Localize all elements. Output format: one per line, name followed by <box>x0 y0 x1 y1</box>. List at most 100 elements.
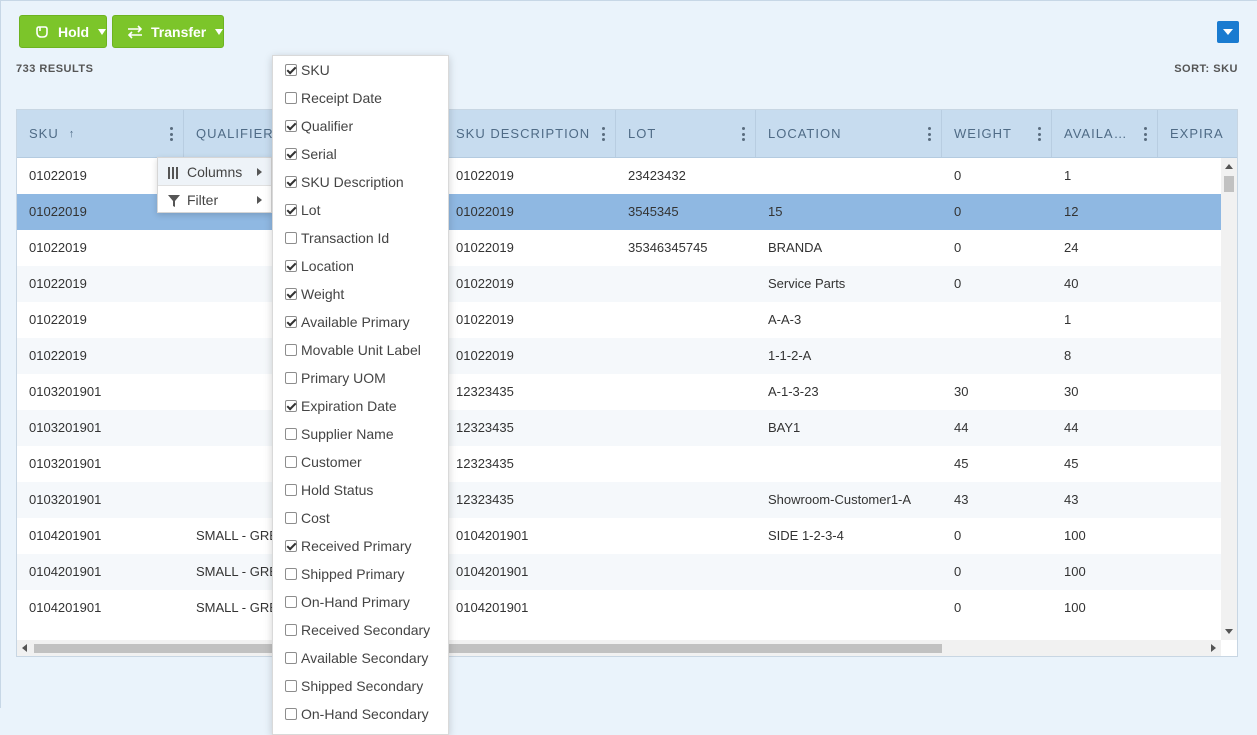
column-toggle-item[interactable]: Serial <box>285 144 337 164</box>
menu-item-filter[interactable]: Filter <box>158 186 271 214</box>
column-header-lot[interactable]: LOT <box>616 110 756 157</box>
column-toggle-checkbox[interactable] <box>285 652 297 664</box>
column-toggle-checkbox[interactable] <box>285 260 297 272</box>
column-toggle-checkbox[interactable] <box>285 204 297 216</box>
table-cell <box>616 338 756 374</box>
column-toggle-checkbox[interactable] <box>285 708 297 720</box>
column-toggle-item[interactable]: Hold Status <box>285 480 373 500</box>
column-toggle-item[interactable]: Qualifier <box>285 116 353 136</box>
column-toggle-label: Receipt Date <box>301 90 382 106</box>
column-toggle-item[interactable]: SKU Description <box>285 172 404 192</box>
column-toggle-item[interactable]: Available Secondary <box>285 648 428 668</box>
table-row[interactable]: 01022019 01022019 1-1-2-A 8 <box>17 338 1221 374</box>
table-row[interactable]: 01022019 01022019 Service Parts 0 40 <box>17 266 1221 302</box>
column-menu-icon[interactable] <box>927 127 931 141</box>
table-cell: 44 <box>1064 420 1079 435</box>
table-row[interactable]: 0104201901 SMALL - GRE 0104201901 SIDE 1-2-… <box>17 518 1221 554</box>
column-toggle-checkbox[interactable] <box>285 680 297 692</box>
column-header-sku[interactable]: SKU ↑ <box>17 110 184 157</box>
column-toggle-checkbox[interactable] <box>285 288 297 300</box>
transfer-icon <box>127 24 143 40</box>
column-header-location[interactable]: LOCATION <box>756 110 942 157</box>
column-toggle-item[interactable]: Location <box>285 256 354 276</box>
column-menu-icon[interactable] <box>169 127 173 141</box>
column-toggle-item[interactable]: Weight <box>285 284 344 304</box>
column-toggle-item[interactable]: Primary UOM <box>285 368 386 388</box>
table-cell: 01022019 <box>29 240 87 255</box>
column-toggle-checkbox[interactable] <box>285 344 297 356</box>
table-cell: 30 <box>1064 384 1079 399</box>
column-toggle-label: Supplier Name <box>301 426 394 442</box>
column-toggle-item[interactable]: Movable Unit Label <box>285 340 421 360</box>
column-toggle-item[interactable]: Expiration Date <box>285 396 397 416</box>
table-cell: 3545345 <box>628 204 679 219</box>
hold-button[interactable]: Hold <box>19 15 107 48</box>
column-toggle-checkbox[interactable] <box>285 428 297 440</box>
column-header-sku-description[interactable]: SKU DESCRIPTION <box>444 110 616 157</box>
table-cell: 12323435 <box>456 492 514 507</box>
column-toggle-checkbox[interactable] <box>285 232 297 244</box>
column-toggle-item[interactable]: On-Hand Secondary <box>285 704 429 724</box>
column-toggle-checkbox[interactable] <box>285 456 297 468</box>
column-toggle-checkbox[interactable] <box>285 624 297 636</box>
column-header-expiration[interactable]: EXPIRA <box>1158 110 1237 157</box>
column-menu-icon[interactable] <box>601 127 605 141</box>
column-toggle-checkbox[interactable] <box>285 568 297 580</box>
table-cell: 12323435 <box>456 384 514 399</box>
options-dropdown-button[interactable] <box>1217 21 1239 43</box>
column-toggle-item[interactable]: Available Primary <box>285 312 410 332</box>
table-cell: 01022019 <box>456 204 514 219</box>
chevron-right-icon <box>257 168 262 176</box>
column-menu-icon[interactable] <box>1143 127 1147 141</box>
column-toggle-item[interactable]: Lot <box>285 200 320 220</box>
column-menu-icon[interactable] <box>1037 127 1041 141</box>
column-toggle-checkbox[interactable] <box>285 316 297 328</box>
column-header-weight[interactable]: WEIGHT <box>942 110 1052 157</box>
column-toggle-checkbox[interactable] <box>285 372 297 384</box>
column-toggle-checkbox[interactable] <box>285 540 297 552</box>
menu-item-columns[interactable]: Columns <box>158 158 271 186</box>
column-toggle-checkbox[interactable] <box>285 484 297 496</box>
column-toggle-item[interactable]: Supplier Name <box>285 424 394 444</box>
column-toggle-item[interactable]: Receipt Date <box>285 88 382 108</box>
table-row[interactable]: 0104201901 SMALL - GRE 0104201901 0 100 <box>17 590 1221 626</box>
column-toggle-checkbox[interactable] <box>285 64 297 76</box>
vertical-scroll-thumb[interactable] <box>1224 176 1234 192</box>
column-toggle-item[interactable]: Shipped Primary <box>285 564 405 584</box>
column-toggle-checkbox[interactable] <box>285 92 297 104</box>
transfer-button[interactable]: Transfer <box>112 15 224 48</box>
column-menu-icon[interactable] <box>741 127 745 141</box>
horizontal-scroll-thumb[interactable] <box>34 644 942 653</box>
table-row[interactable]: 0103201901 12323435 45 45 <box>17 446 1221 482</box>
scroll-left-icon[interactable] <box>22 644 27 652</box>
column-toggle-checkbox[interactable] <box>285 120 297 132</box>
column-toggle-item[interactable]: SKU <box>285 60 330 80</box>
scroll-down-icon[interactable] <box>1225 629 1233 634</box>
table-row[interactable]: 0103201901 12323435 BAY1 44 44 <box>17 410 1221 446</box>
scroll-right-icon[interactable] <box>1211 644 1216 652</box>
column-toggle-item[interactable]: Shipped Secondary <box>285 676 423 696</box>
column-toggle-item[interactable]: Received Secondary <box>285 620 430 640</box>
table-row[interactable]: 0103201901 12323435 A-1-3-23 30 30 <box>17 374 1221 410</box>
column-toggle-checkbox[interactable] <box>285 512 297 524</box>
column-toggle-checkbox[interactable] <box>285 596 297 608</box>
table-cell: 0104201901 <box>29 564 102 579</box>
scroll-up-icon[interactable] <box>1225 164 1233 169</box>
column-header-available[interactable]: AVAILA… <box>1052 110 1158 157</box>
column-toggle-checkbox[interactable] <box>285 400 297 412</box>
column-context-menu: Columns Filter <box>157 157 272 213</box>
column-toggle-item[interactable]: Customer <box>285 452 362 472</box>
horizontal-scrollbar[interactable] <box>17 640 1221 656</box>
table-row[interactable]: 01022019 01022019 A-A-3 1 <box>17 302 1221 338</box>
vertical-scrollbar[interactable] <box>1221 158 1237 640</box>
column-toggle-item[interactable]: Cost <box>285 508 330 528</box>
table-row[interactable]: 0104201901 SMALL - GRE 0104201901 0 100 <box>17 554 1221 590</box>
filter-icon <box>168 194 180 207</box>
column-toggle-item[interactable]: Transaction Id <box>285 228 389 248</box>
column-toggle-item[interactable]: On-Hand Primary <box>285 592 410 612</box>
table-row[interactable]: 01022019 01022019 35346345745 BRANDA 0 24 <box>17 230 1221 266</box>
table-row[interactable]: 0103201901 12323435 Showroom-Customer1-A 43… <box>17 482 1221 518</box>
column-toggle-checkbox[interactable] <box>285 176 297 188</box>
column-toggle-item[interactable]: Received Primary <box>285 536 411 556</box>
column-toggle-checkbox[interactable] <box>285 148 297 160</box>
